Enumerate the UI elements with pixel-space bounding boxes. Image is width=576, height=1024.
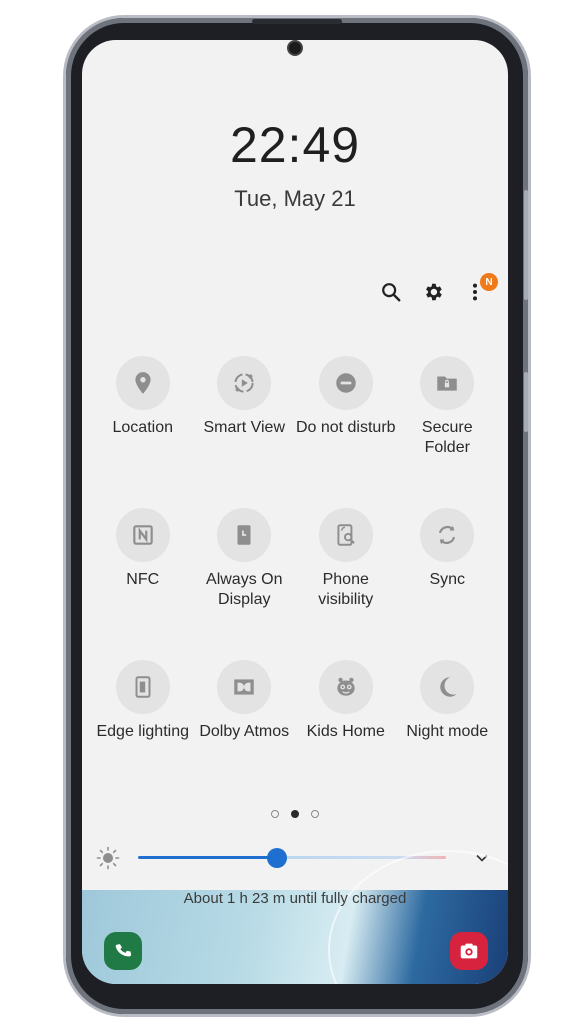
- tile-always-on-display[interactable]: Always On Display: [194, 508, 296, 614]
- clock-date: Tue, May 21: [234, 186, 356, 211]
- tile-label: Secure Folder: [421, 419, 473, 456]
- volume-button: [524, 190, 528, 300]
- quick-settings-grid: Location Smart View Do not disturb Secur…: [92, 356, 498, 766]
- tile-label: Dolby Atmos: [199, 723, 290, 740]
- charging-status: About 1 h 23 m until fully charged: [183, 890, 407, 907]
- tile-icon-wrap: [420, 660, 475, 714]
- kids-home-icon: [337, 677, 355, 696]
- tile-icon-wrap: [115, 508, 170, 562]
- dolby-icon: [234, 679, 254, 695]
- tile-label: NFC: [126, 571, 160, 588]
- tile-do-not-disturb[interactable]: Do not disturb: [295, 356, 397, 462]
- tile-night-mode[interactable]: Night mode: [397, 660, 499, 766]
- earpiece-speaker: [252, 19, 342, 24]
- tile-icon-wrap: [420, 356, 475, 410]
- tile-kids-home[interactable]: Kids Home: [295, 660, 397, 766]
- tile-dolby-atmos[interactable]: Dolby Atmos: [194, 660, 296, 766]
- tile-label: Edge lighting: [96, 723, 189, 740]
- tile-label: Location: [112, 419, 174, 436]
- tile-icon-wrap: [115, 660, 170, 714]
- tile-icon-wrap: [318, 356, 373, 410]
- secure-folder-icon: [437, 376, 457, 391]
- tile-nfc[interactable]: NFC: [92, 508, 194, 614]
- location-pin-icon: [135, 372, 151, 394]
- front-camera: [287, 40, 303, 56]
- camera-app-shortcut[interactable]: [450, 932, 488, 970]
- gear-icon: [426, 283, 442, 301]
- more-options-button[interactable]: N: [464, 273, 498, 304]
- quick-panel-actions: N: [380, 273, 498, 304]
- tile-icon-wrap: [217, 356, 272, 410]
- tile-icon-wrap: [318, 508, 373, 562]
- tile-location[interactable]: Location: [92, 356, 194, 462]
- tile-icon-wrap: [318, 660, 373, 714]
- smart-view-icon: [234, 373, 254, 393]
- tile-label: Do not disturb: [295, 419, 396, 436]
- tile-icon-wrap: [420, 508, 475, 562]
- tile-edge-lighting[interactable]: Edge lighting: [92, 660, 194, 766]
- notification-badge: N: [480, 273, 498, 291]
- tile-icon-wrap: [217, 660, 272, 714]
- camera-icon: [460, 943, 478, 959]
- power-button: [524, 372, 528, 432]
- nfc-icon: [133, 525, 153, 545]
- brightness-slider-thumb[interactable]: [266, 848, 287, 868]
- page-dot[interactable]: [311, 810, 319, 818]
- tile-icon-wrap: [217, 508, 272, 562]
- phone-visibility-icon: [337, 524, 355, 546]
- clock-time: 22:49: [229, 117, 361, 173]
- tile-label: Always On Display: [206, 571, 283, 608]
- sync-icon: [439, 525, 456, 545]
- tile-label: Phone visibility: [318, 571, 374, 608]
- page-dot[interactable]: [271, 810, 279, 818]
- page-indicator: [82, 810, 508, 818]
- tile-smart-view[interactable]: Smart View: [194, 356, 296, 462]
- tile-sync[interactable]: Sync: [397, 508, 499, 614]
- brightness-sun-icon: [96, 846, 120, 870]
- always-on-display-icon: [237, 525, 251, 545]
- tile-label: Smart View: [203, 419, 285, 436]
- phone-handset-icon: [115, 944, 132, 957]
- tile-label: Sync: [429, 571, 466, 588]
- search-icon: [382, 283, 401, 302]
- tile-label: Kids Home: [306, 723, 385, 740]
- night-mode-icon: [440, 677, 457, 697]
- quick-panel-screen: 22:49 Tue, May 21 N Location Smart View: [82, 40, 508, 984]
- tile-icon-wrap: [115, 356, 170, 410]
- do-not-disturb-icon: [336, 373, 356, 393]
- edge-lighting-icon: [135, 676, 151, 698]
- tile-phone-visibility[interactable]: Phone visibility: [295, 508, 397, 614]
- settings-button[interactable]: [422, 280, 444, 304]
- page-dot-active[interactable]: [291, 810, 299, 818]
- tile-secure-folder[interactable]: Secure Folder: [397, 356, 499, 462]
- tile-label: Night mode: [406, 723, 489, 740]
- search-button[interactable]: [380, 280, 402, 304]
- phone-app-shortcut[interactable]: [104, 932, 142, 970]
